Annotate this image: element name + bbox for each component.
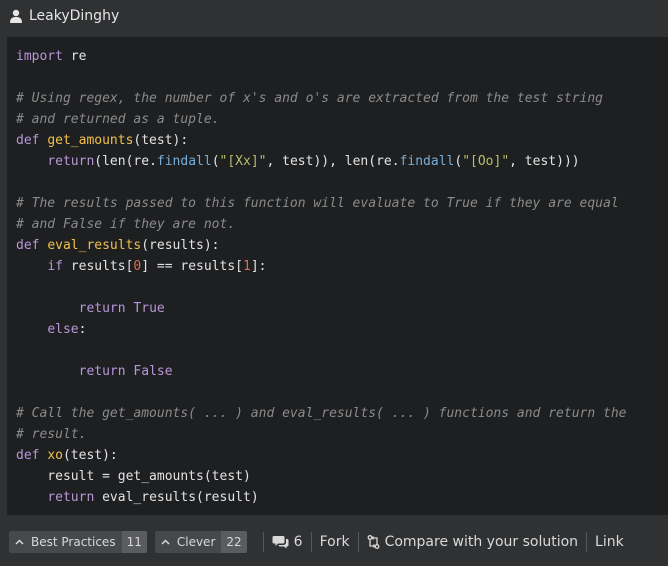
code-token: def xyxy=(16,238,40,253)
clever-label: Clever xyxy=(176,535,216,549)
comments-link[interactable]: 6 xyxy=(272,534,303,550)
code-line: import re xyxy=(16,46,626,67)
code-token: (len(re. xyxy=(94,154,157,169)
code-token: def xyxy=(16,133,40,148)
code-token: result = get_amounts(test) xyxy=(16,469,251,484)
code-token: # and returned as a tuple. xyxy=(16,112,220,127)
code-token: "[Xx]" xyxy=(219,154,267,169)
code-line: # result. xyxy=(16,424,626,445)
code-token: ] == results[ xyxy=(141,259,243,274)
code-line: # Using regex, the number of x's and o's… xyxy=(16,88,626,109)
clever-count: 22 xyxy=(221,531,247,553)
code-token: if xyxy=(47,259,63,274)
code-token: get_amounts xyxy=(47,133,134,148)
comments-count: 6 xyxy=(293,534,303,550)
code-token: return xyxy=(47,154,95,169)
code-token: # result. xyxy=(16,427,87,442)
chevron-up-icon xyxy=(15,539,24,545)
solution-header: LeakyDinghy xyxy=(0,0,668,32)
code-token: eval_results(result) xyxy=(94,490,259,505)
code-line: return eval_results(result) xyxy=(16,487,626,508)
code-token: (test): xyxy=(133,133,189,148)
code-line: # Call the get_amounts( ... ) and eval_r… xyxy=(16,403,626,424)
code-token: (test): xyxy=(62,448,118,463)
compare-icon xyxy=(367,535,380,549)
code-line: def xo(test): xyxy=(16,445,626,466)
best-practices-button[interactable]: Best Practices 11 xyxy=(9,531,147,553)
compare-link[interactable]: Compare with your solution xyxy=(367,534,578,550)
user-icon xyxy=(10,9,22,23)
best-practices-count: 11 xyxy=(121,531,147,553)
code-line: if results[0] == results[1]: xyxy=(16,256,626,277)
code-token: True xyxy=(133,301,165,316)
code-line: # and False if they are not. xyxy=(16,214,626,235)
code-token: findall xyxy=(399,154,455,169)
code-line: # and returned as a tuple. xyxy=(16,109,626,130)
code-token: False xyxy=(133,364,173,379)
username[interactable]: LeakyDinghy xyxy=(29,8,119,24)
divider xyxy=(357,532,359,552)
code-token: : xyxy=(78,322,87,337)
code-line: return True xyxy=(16,298,626,319)
comments-icon xyxy=(272,536,289,549)
code-token: else xyxy=(47,322,79,337)
code-content: import re # Using regex, the number of x'… xyxy=(16,46,626,508)
fork-link[interactable]: Fork xyxy=(320,534,350,550)
code-line: def eval_results(results): xyxy=(16,235,626,256)
code-line: result = get_amounts(test) xyxy=(16,466,626,487)
divider xyxy=(310,532,312,552)
code-token: return xyxy=(78,301,126,316)
code-line: else: xyxy=(16,319,626,340)
code-token: # Call the get_amounts( ... ) and eval_r… xyxy=(16,406,627,421)
code-block: import re # Using regex, the number of x'… xyxy=(7,37,668,515)
code-line: return False xyxy=(16,361,626,382)
compare-label: Compare with your solution xyxy=(384,534,579,550)
clever-button[interactable]: Clever 22 xyxy=(154,531,247,553)
code-token: ]: xyxy=(250,259,267,274)
code-token: ( xyxy=(454,154,463,169)
divider xyxy=(586,532,588,552)
solution-card: LeakyDinghy import re # Using regex, the … xyxy=(0,0,668,566)
solution-footer: Best Practices 11 Clever 22 6 Fork Compa… xyxy=(0,523,668,561)
chevron-up-icon xyxy=(161,539,170,545)
code-token: re xyxy=(62,49,87,64)
code-token: 1 xyxy=(243,259,251,274)
code-line: return(len(re.findall("[Xx]", test)), le… xyxy=(16,151,626,172)
code-line: # The results passed to this function wi… xyxy=(16,193,626,214)
code-token: return xyxy=(78,364,126,379)
code-line: def get_amounts(test): xyxy=(16,130,626,151)
code-token: def xyxy=(16,448,40,463)
code-token: xo xyxy=(47,448,63,463)
best-practices-label: Best Practices xyxy=(31,535,116,549)
divider xyxy=(262,532,264,552)
link-link[interactable]: Link xyxy=(595,534,624,550)
code-token: return xyxy=(47,490,95,505)
code-token: ( xyxy=(211,154,220,169)
code-token: eval_results xyxy=(47,238,142,253)
code-token: findall xyxy=(156,154,212,169)
code-token: results[ xyxy=(62,259,134,274)
code-token: # and False if they are not. xyxy=(16,217,236,232)
code-token: , test)), len(re. xyxy=(266,154,400,169)
code-token: import xyxy=(16,49,63,64)
code-token: (results): xyxy=(141,238,220,253)
code-token: # Using regex, the number of x's and o's… xyxy=(16,91,603,106)
code-token: "[Oo]" xyxy=(462,154,510,169)
code-token: , test))) xyxy=(509,154,580,169)
code-token: # The results passed to this function wi… xyxy=(16,196,619,211)
